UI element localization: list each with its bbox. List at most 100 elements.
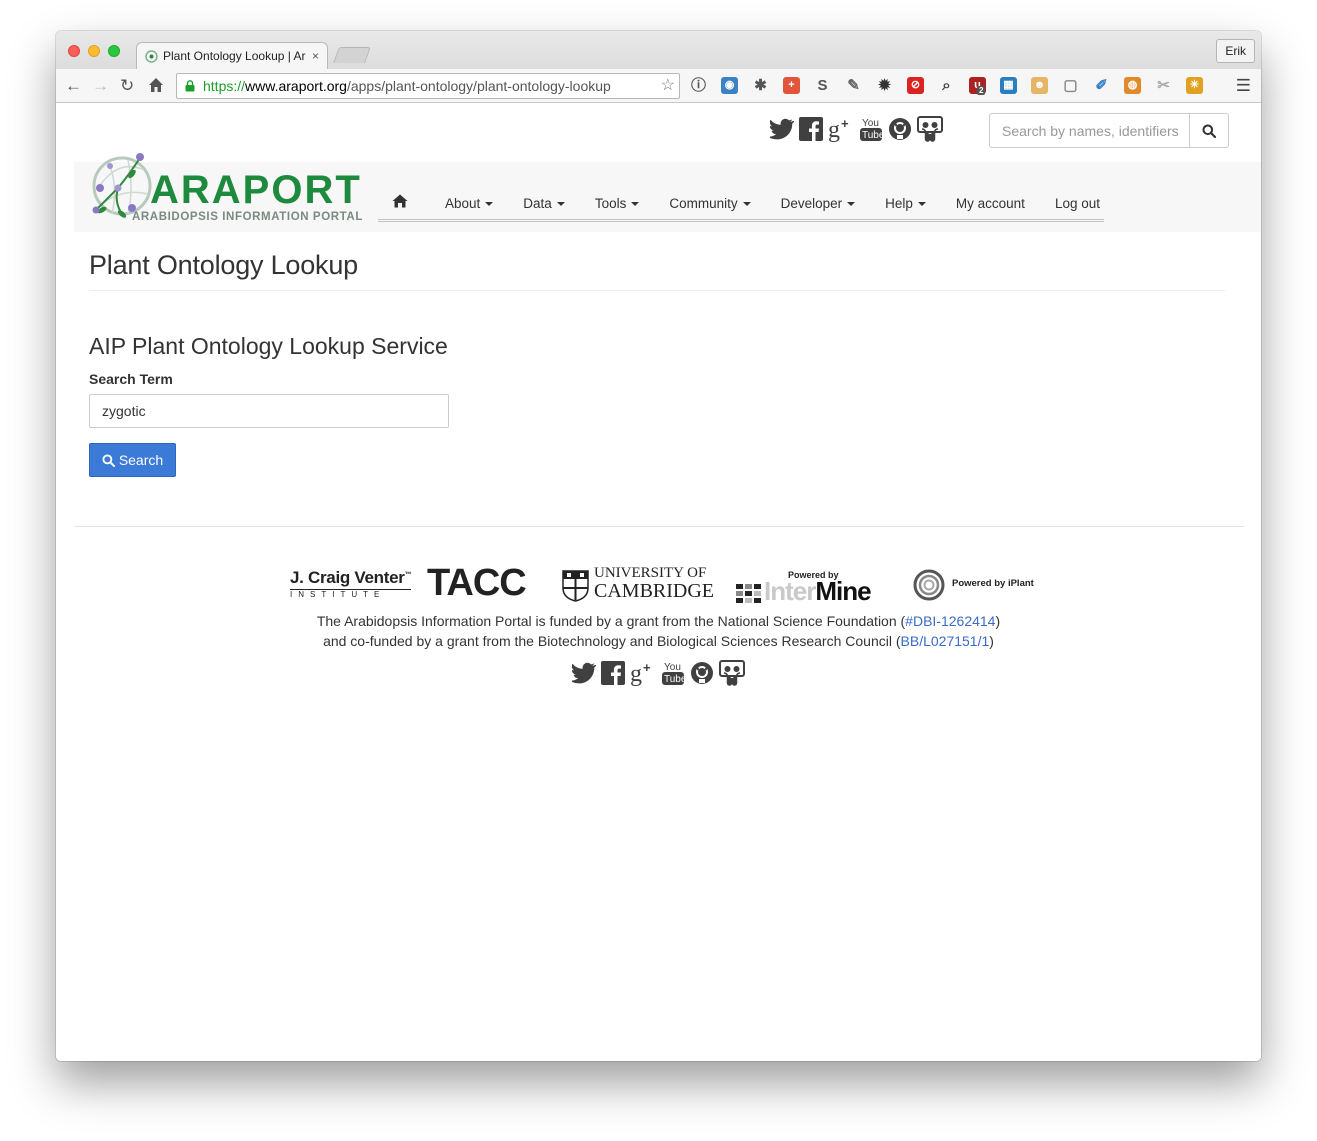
twitter-icon[interactable] — [569, 662, 597, 684]
svg-text:Tube: Tube — [664, 674, 685, 685]
google-plus-icon[interactable]: g + — [630, 660, 656, 687]
iplant-logo[interactable]: Powered by iPlant — [912, 568, 1034, 607]
nav-item-tools[interactable]: Tools — [580, 194, 655, 214]
ublock-icon[interactable]: u2 — [969, 77, 986, 95]
funding-line-1: The Arabidopsis Information Portal is fu… — [56, 611, 1261, 631]
nav-item-my-account[interactable]: My account — [941, 194, 1040, 214]
caret-down-icon — [917, 201, 926, 206]
bbsrc-grant-link[interactable]: BB/L027151/1 — [901, 633, 990, 649]
magnifier-icon[interactable]: ⌕ — [938, 77, 955, 94]
service-title: AIP Plant Ontology Lookup Service — [89, 333, 448, 359]
s-icon[interactable]: S — [814, 77, 831, 94]
slideshare-icon[interactable] — [917, 116, 943, 142]
gear-icon[interactable]: ✹ — [876, 77, 893, 94]
nav-item-data[interactable]: Data — [508, 194, 580, 214]
search-button[interactable]: Search — [89, 443, 176, 477]
site-search-button[interactable] — [1189, 114, 1228, 147]
jcvi-logo[interactable]: J. Craig Venter™ INSTITUTE — [290, 568, 412, 599]
search-button-label: Search — [118, 452, 164, 468]
bookmark-star-icon[interactable]: ☆ — [661, 74, 675, 98]
svg-text:g: g — [828, 117, 840, 142]
svg-text:You: You — [862, 118, 879, 129]
twitter-icon[interactable] — [767, 118, 795, 140]
footer-social-links: g + You Tube — [569, 660, 750, 690]
funding-text-1b: ) — [995, 613, 1001, 629]
github-icon[interactable] — [888, 117, 912, 141]
reload-icon[interactable]: ↻ — [120, 75, 134, 97]
dropbox-icon[interactable]: ▦ — [1000, 77, 1017, 94]
ublock-badge: 2 — [977, 86, 986, 95]
facebook-icon[interactable] — [799, 117, 823, 141]
youtube-icon[interactable]: You Tube — [859, 116, 885, 142]
youtube-icon[interactable]: You Tube — [661, 660, 687, 686]
nav-item-help[interactable]: Help — [870, 194, 941, 214]
github-icon[interactable] — [690, 661, 714, 685]
cambridge-line2: CAMBRIDGE — [594, 580, 715, 602]
url-scheme: https:// — [203, 78, 246, 94]
nsf-grant-link[interactable]: #DBI-1262414 — [905, 613, 995, 629]
chrome-menu-icon[interactable]: ☰ — [1236, 76, 1251, 96]
screenshot-icon[interactable]: ▢ — [1062, 77, 1079, 94]
plus-icon[interactable]: + — [783, 77, 800, 94]
intermine-mine: Mine — [815, 576, 871, 606]
profile-button[interactable]: Erik — [1216, 39, 1255, 63]
scissors-icon[interactable]: ✂ — [1155, 77, 1172, 94]
header-search — [989, 113, 1229, 148]
feather-icon[interactable]: ✐ — [1093, 77, 1110, 94]
chrome-icon[interactable]: ◉ — [721, 77, 738, 94]
search-term-label: Search Term — [89, 371, 173, 387]
tab-close-icon[interactable]: × — [312, 43, 319, 69]
logo-wordmark: ARAPORT — [150, 168, 362, 212]
araport-favicon-icon — [145, 50, 158, 63]
intermine-squares-icon — [736, 584, 761, 603]
nav-item-label: Help — [885, 195, 913, 211]
slideshare-icon[interactable] — [719, 660, 745, 686]
zoom-window-button[interactable] — [108, 45, 120, 57]
browser-tab[interactable]: Plant Ontology Lookup | Ar × — [136, 42, 328, 70]
address-bar[interactable]: https://www.araport.org/apps/plant-ontol… — [176, 73, 680, 99]
cambridge-line1: UNIVERSITY OF — [594, 565, 707, 581]
svg-text:+: + — [841, 116, 849, 131]
forward-arrow-icon[interactable]: → — [92, 75, 109, 97]
network-icon[interactable]: ✳ — [1186, 77, 1203, 94]
intermine-inter: Inter — [764, 576, 816, 606]
nav-item-label: Data — [523, 195, 552, 211]
caret-down-icon — [485, 201, 494, 206]
nav-item-label: Community — [669, 195, 738, 211]
adblock-icon[interactable]: ⊘ — [907, 77, 924, 94]
facebook-icon[interactable] — [601, 661, 625, 685]
new-tab-button[interactable] — [333, 47, 371, 63]
google-plus-icon[interactable]: g + — [828, 116, 854, 143]
tab-title: Plant Ontology Lookup | Ar — [163, 49, 306, 63]
home-icon[interactable] — [148, 77, 164, 93]
face-icon[interactable]: ☻ — [1031, 77, 1048, 94]
close-window-button[interactable] — [68, 45, 80, 57]
araport-logo[interactable]: ARAPORT ARABIDOPSIS INFORMATION PORTAL — [88, 148, 378, 228]
header-social-links: g + You Tube — [767, 116, 948, 146]
site-search-input[interactable] — [990, 114, 1190, 147]
funding-text-1: The Arabidopsis Information Portal is fu… — [316, 613, 906, 629]
bug-icon[interactable]: ✱ — [752, 77, 769, 94]
globe-icon[interactable]: ◍ — [1124, 77, 1141, 94]
minimize-window-button[interactable] — [88, 45, 100, 57]
logo-subtitle: ARABIDOPSIS INFORMATION PORTAL — [132, 211, 363, 223]
pin-icon[interactable]: ✎ — [845, 77, 862, 94]
nav-item-developer[interactable]: Developer — [766, 194, 871, 214]
home-icon — [392, 194, 408, 207]
search-icon — [102, 453, 115, 467]
info-icon[interactable]: ⓘ — [690, 77, 707, 94]
iplant-text: Powered by iPlant — [952, 578, 1034, 589]
funding-text-2: and co-funded by a grant from the Biotec… — [323, 633, 901, 649]
search-icon — [1202, 124, 1216, 138]
back-arrow-icon[interactable]: ← — [65, 75, 82, 97]
tacc-logo[interactable]: TACC — [427, 564, 527, 602]
nav-home[interactable] — [378, 194, 430, 214]
search-term-input[interactable] — [89, 394, 449, 428]
jcvi-sub: INSTITUTE — [290, 589, 412, 599]
cambridge-shield-icon — [562, 570, 589, 602]
title-divider — [89, 290, 1225, 291]
funding-line-2: and co-funded by a grant from the Biotec… — [56, 631, 1261, 651]
nav-item-log-out[interactable]: Log out — [1040, 194, 1115, 214]
nav-item-about[interactable]: About — [430, 194, 508, 214]
nav-item-community[interactable]: Community — [654, 194, 765, 214]
